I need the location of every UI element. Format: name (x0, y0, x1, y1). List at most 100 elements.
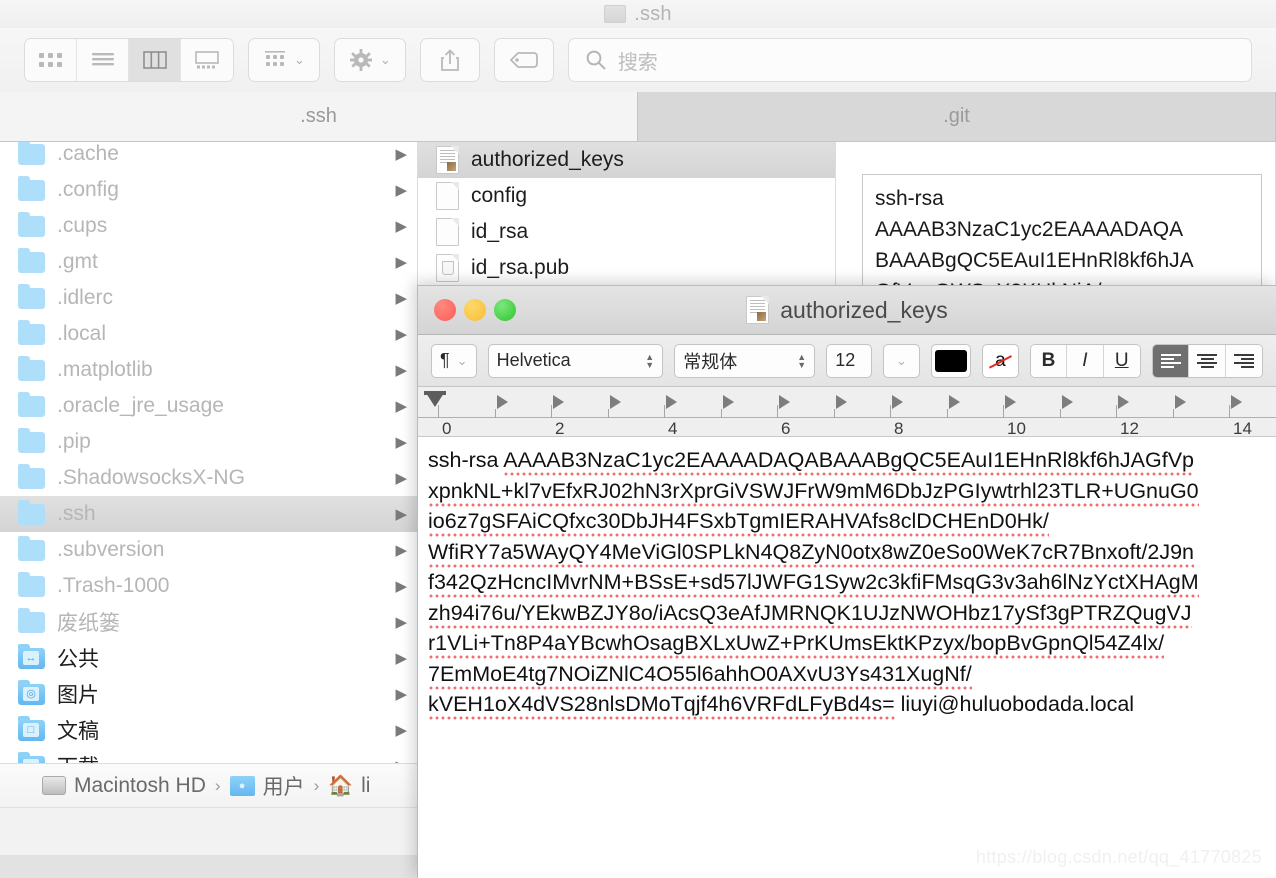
folder-icon (18, 391, 45, 417)
action-menu-button[interactable]: ⌄ (333, 38, 406, 82)
search-field[interactable]: 搜索 (567, 38, 1252, 82)
file-row[interactable]: id_rsa (418, 214, 835, 250)
folder-name: .gmt (57, 250, 98, 273)
gallery-view-button[interactable] (181, 39, 233, 81)
folder-row[interactable]: .cups ▶ (0, 208, 417, 244)
align-center-button[interactable] (1189, 344, 1226, 377)
ruler-tick (720, 409, 722, 418)
disclosure-arrow-icon: ▶ (395, 614, 407, 631)
font-family-select[interactable]: Helvetica ▲ ▼ (487, 343, 664, 378)
disclosure-arrow-icon: ▶ (395, 434, 407, 451)
tab-stop-marker[interactable] (1174, 395, 1186, 409)
tab-stop-marker[interactable] (496, 395, 508, 409)
file-row[interactable]: id_rsa.pub (418, 250, 835, 286)
bold-button[interactable]: B (1030, 344, 1068, 377)
folder-row[interactable]: ↓下载▶ (0, 748, 417, 763)
underline-button[interactable]: U (1103, 344, 1140, 377)
zoom-button[interactable] (494, 299, 516, 321)
tags-button[interactable] (493, 38, 554, 82)
preview-line: AAAAB3NzaC1yc2EAAAADAQA (875, 218, 1184, 242)
first-line-indent-marker[interactable] (426, 393, 444, 407)
arrange-button[interactable]: ⌄ (248, 38, 320, 82)
folder-icon (18, 607, 45, 633)
list-view-button[interactable] (77, 39, 129, 81)
file-name: id_rsa.pub (471, 256, 570, 279)
tab-stop-marker[interactable] (779, 395, 790, 409)
path-item[interactable]: 用户 (229, 771, 305, 801)
folder-row[interactable]: ◎ 图片 ▶ (0, 676, 417, 712)
textedit-titlebar[interactable]: authorized_keys (418, 286, 1276, 335)
folder-row[interactable]: ↔ 公共 ▶ (0, 640, 417, 676)
close-button[interactable] (434, 299, 456, 321)
tab-stop-marker[interactable] (553, 395, 564, 409)
home-folder-column[interactable]: .cache ▶ .config ▶ .cups ▶ .gmt ▶ .idlerc ▶ .local… (0, 142, 418, 763)
textedit-text-area[interactable]: ssh-rsa AAAAB3NzaC1yc2EAAAADAQABAAABgQC5… (418, 437, 1276, 878)
column-view-button[interactable] (129, 39, 181, 81)
folder-row[interactable]: .ShadowsocksX-NG ▶ (0, 460, 417, 496)
file-name: authorized_keys (471, 148, 624, 171)
folder-row[interactable]: .cache ▶ (0, 142, 417, 172)
paragraph-style-menu[interactable]: ¶ ⌄ (431, 343, 477, 378)
folder-row[interactable]: .pip ▶ (0, 424, 417, 460)
document-icon (436, 218, 459, 246)
textedit-ruler[interactable]: 0 2 4 6 8 10 12 14 (418, 387, 1276, 437)
folder-row[interactable]: .gmt ▶ (0, 244, 417, 280)
folder-row[interactable]: .subversion ▶ (0, 532, 417, 568)
share-button[interactable] (419, 38, 480, 82)
folder-row[interactable]: .ssh ▶ (0, 496, 417, 532)
file-row[interactable]: authorized_keys (418, 142, 835, 178)
tab-stop-marker[interactable] (948, 395, 960, 409)
disclosure-arrow-icon: ▶ (395, 722, 407, 739)
folder-row[interactable]: .config ▶ (0, 172, 417, 208)
folder-row[interactable]: .oracle_jre_usage ▶ (0, 388, 417, 424)
file-name: id_rsa (471, 220, 529, 243)
folder-name: 文稿 (57, 720, 99, 743)
file-row[interactable]: config (418, 178, 835, 214)
folder-name: .ssh (57, 502, 96, 525)
italic-button[interactable]: I (1067, 344, 1104, 377)
folder-row[interactable]: 废纸篓 ▶ (0, 604, 417, 640)
folder-row[interactable]: .matplotlib ▶ (0, 352, 417, 388)
text-color-button[interactable] (930, 343, 972, 378)
tab-stop-marker[interactable] (666, 395, 677, 409)
font-style-select[interactable]: 常规体 ▲ ▼ (674, 343, 816, 378)
path-item[interactable]: Macintosh HD (42, 774, 206, 798)
tab-stop-marker[interactable] (1005, 395, 1016, 409)
align-right-button[interactable] (1225, 344, 1263, 377)
folder-name: .local (57, 322, 107, 345)
tab-stop-marker[interactable] (1118, 395, 1129, 409)
ruler-tick (890, 405, 891, 418)
disclosure-arrow-icon: ▶ (395, 146, 407, 163)
folder-row[interactable]: .Trash-1000 ▶ (0, 568, 417, 604)
font-size-input[interactable]: 12 (826, 343, 872, 378)
disclosure-arrow-icon: ▶ (395, 578, 407, 595)
tab-stop-marker[interactable] (835, 395, 847, 409)
folder-name: .matplotlib (57, 358, 153, 381)
disclosure-arrow-icon: ▶ (395, 182, 407, 199)
tab-stop-marker[interactable] (722, 395, 734, 409)
ruler-tick (607, 409, 609, 418)
folder-name: .Trash-1000 (57, 574, 170, 597)
tab-ssh[interactable]: .ssh (0, 92, 638, 141)
folder-row[interactable]: □ 文稿 ▶ (0, 712, 417, 748)
folder-row[interactable]: .idlerc ▶ (0, 280, 417, 316)
ruler-tick (1116, 405, 1117, 418)
tab-stop-marker[interactable] (1231, 395, 1242, 409)
users-folder-icon (229, 775, 255, 796)
align-left-button[interactable] (1152, 344, 1190, 377)
home-icon: 🏠 (328, 774, 354, 797)
minimize-button[interactable] (464, 299, 486, 321)
folder-row[interactable]: .local ▶ (0, 316, 417, 352)
path-item[interactable]: 🏠 li (328, 774, 370, 798)
ruler-tick (664, 405, 665, 418)
chevron-down-icon: ⌄ (456, 352, 468, 368)
remove-highlight-button[interactable]: a (982, 343, 1019, 378)
tab-stop-marker[interactable] (609, 395, 621, 409)
font-size-menu-button[interactable]: ⌄ (882, 343, 920, 378)
tab-stop-marker[interactable] (892, 395, 903, 409)
tab-git[interactable]: .git (638, 92, 1276, 141)
finder-window-title: .ssh (604, 3, 672, 26)
ruler-tick (1172, 409, 1174, 418)
tab-stop-marker[interactable] (1061, 395, 1073, 409)
icon-view-button[interactable] (25, 39, 77, 81)
